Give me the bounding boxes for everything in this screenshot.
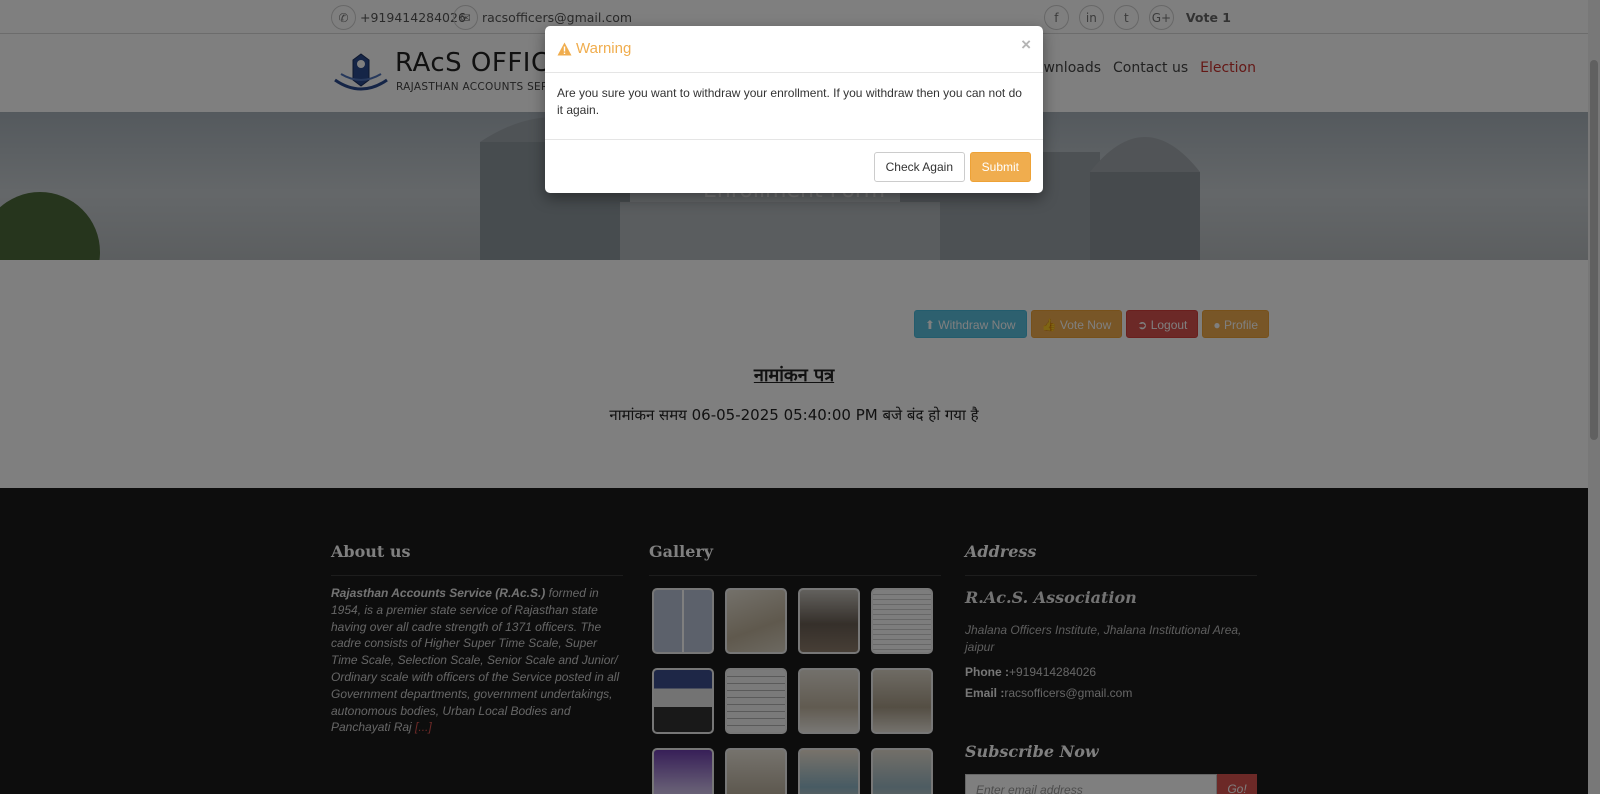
modal-title: Warning: [557, 40, 631, 57]
close-icon[interactable]: ×: [1021, 36, 1031, 53]
modal-header: Warning ×: [545, 26, 1043, 73]
modal-body: Are you sure you want to withdraw your e…: [557, 86, 1022, 117]
submit-button[interactable]: Submit: [969, 152, 1031, 182]
modal-title-text: Warning: [576, 40, 632, 57]
check-again-button[interactable]: Check Again: [873, 152, 965, 182]
warning-modal: Warning × Are you sure you want to withd…: [545, 26, 1043, 193]
warning-icon: [557, 42, 572, 55]
modal-footer: Check Again Submit: [545, 139, 1043, 193]
